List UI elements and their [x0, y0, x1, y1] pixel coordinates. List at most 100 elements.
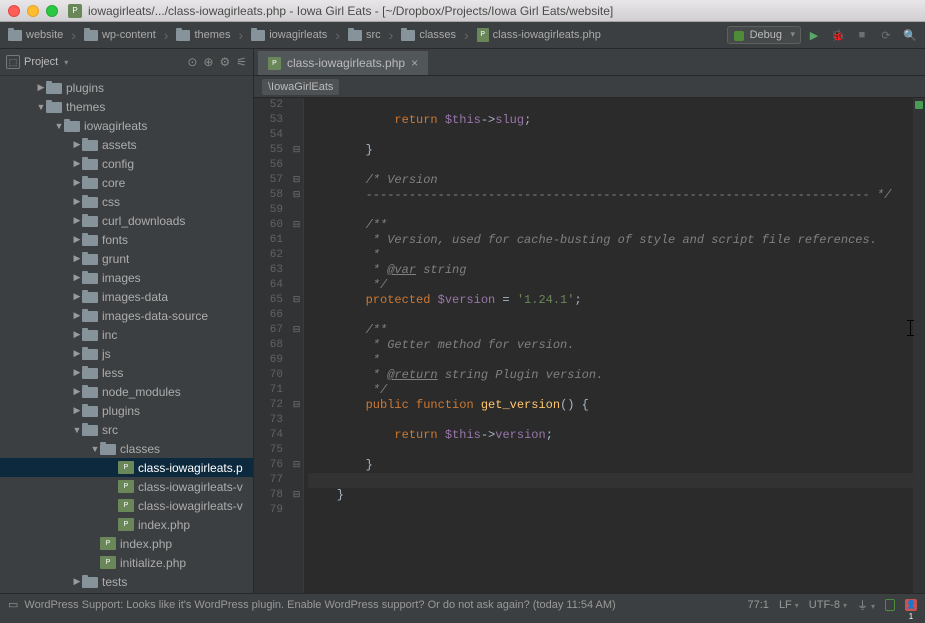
- hide-icon[interactable]: ⚟: [236, 55, 247, 69]
- tree-folder[interactable]: images: [0, 268, 253, 287]
- tree-file[interactable]: class-iowagirleats.p: [0, 458, 253, 477]
- tree-twisty-icon[interactable]: [36, 82, 46, 93]
- tree-folder[interactable]: js: [0, 344, 253, 363]
- stop-button[interactable]: ■: [851, 24, 873, 46]
- tree-twisty-icon[interactable]: [54, 121, 64, 131]
- tree-twisty-icon[interactable]: [72, 576, 82, 587]
- debug-button[interactable]: 🐞: [827, 24, 849, 46]
- folder-icon: [176, 30, 190, 41]
- search-button[interactable]: 🔍: [899, 24, 921, 46]
- tree-twisty-icon[interactable]: [72, 348, 82, 359]
- zoom-window-button[interactable]: [46, 5, 58, 17]
- tab-active[interactable]: P class-iowagirleats.php ×: [258, 51, 428, 75]
- scroll-marker[interactable]: [913, 98, 925, 593]
- breadcrumb-item[interactable]: iowagirleats: [247, 27, 344, 43]
- breadcrumb-item[interactable]: src: [344, 27, 397, 43]
- collapse-all-icon[interactable]: ⊙: [187, 55, 197, 69]
- tree-twisty-icon[interactable]: [72, 405, 82, 416]
- tree-folder[interactable]: tests: [0, 572, 253, 591]
- tree-folder[interactable]: fonts: [0, 230, 253, 249]
- tree-folder[interactable]: images-data: [0, 287, 253, 306]
- folder-icon: [64, 121, 80, 132]
- php-icon: [118, 461, 134, 474]
- status-icon[interactable]: ▭: [8, 598, 18, 611]
- line-ending[interactable]: LF: [779, 599, 799, 611]
- tree-label: images-data-source: [102, 309, 208, 323]
- tree-folder[interactable]: themes: [0, 97, 253, 116]
- tree-twisty-icon[interactable]: [72, 425, 82, 435]
- tree-folder[interactable]: classes: [0, 439, 253, 458]
- run-config-selector[interactable]: Debug: [727, 26, 801, 44]
- tree-folder[interactable]: less: [0, 363, 253, 382]
- namespace-crumb[interactable]: \IowaGirlEats: [262, 79, 339, 95]
- breadcrumb-item[interactable]: themes: [172, 27, 247, 43]
- breadcrumb-path: websitewp-contentthemesiowagirleatssrccl…: [4, 27, 613, 43]
- tree-twisty-spacer: [90, 558, 100, 568]
- tree-folder[interactable]: assets: [0, 135, 253, 154]
- tree-folder[interactable]: inc: [0, 325, 253, 344]
- tree-twisty-icon[interactable]: [72, 367, 82, 378]
- tree-folder[interactable]: config: [0, 154, 253, 173]
- tree-twisty-icon[interactable]: [72, 291, 82, 302]
- tree-label: assets: [102, 138, 137, 152]
- context-config[interactable]: ⏚: [857, 597, 875, 613]
- folder-icon: [82, 178, 98, 189]
- tree-folder[interactable]: src: [0, 420, 253, 439]
- tree-folder[interactable]: node_modules: [0, 382, 253, 401]
- file-type-icon: P: [68, 4, 82, 18]
- tree-twisty-icon[interactable]: [72, 177, 82, 188]
- locate-icon[interactable]: ⊕: [203, 55, 213, 69]
- tree-folder[interactable]: plugins: [0, 78, 253, 97]
- tree-file[interactable]: class-iowagirleats-v: [0, 496, 253, 515]
- tree-folder[interactable]: images-data-source: [0, 306, 253, 325]
- breadcrumb-file[interactable]: Pclass-iowagirleats.php: [473, 28, 613, 42]
- sidebar-title[interactable]: Project: [24, 56, 68, 68]
- tab-close-icon[interactable]: ×: [411, 56, 418, 70]
- tree-twisty-icon[interactable]: [72, 215, 82, 226]
- tree-twisty-icon[interactable]: [72, 329, 82, 340]
- code-content[interactable]: return $this->slug; } /* Version -------…: [304, 98, 925, 593]
- tree-file[interactable]: index.php: [0, 534, 253, 553]
- breadcrumb-item[interactable]: wp-content: [80, 27, 172, 43]
- tree-twisty-icon[interactable]: [72, 386, 82, 397]
- minimize-window-button[interactable]: [27, 5, 39, 17]
- tree-folder[interactable]: core: [0, 173, 253, 192]
- tree-file[interactable]: class-iowagirleats-v: [0, 477, 253, 496]
- editor-breadcrumb: \IowaGirlEats: [254, 76, 925, 98]
- tree-folder[interactable]: grunt: [0, 249, 253, 268]
- caret-position[interactable]: 77:1: [748, 599, 769, 611]
- tree-twisty-icon[interactable]: [72, 158, 82, 169]
- tree-twisty-icon[interactable]: [72, 253, 82, 264]
- tree-folder[interactable]: plugins: [0, 401, 253, 420]
- code-editor[interactable]: 5253545556575859606162636465666768697071…: [254, 98, 925, 593]
- close-window-button[interactable]: [8, 5, 20, 17]
- folder-icon: [348, 30, 362, 41]
- tree-twisty-icon[interactable]: [72, 272, 82, 283]
- tree-twisty-icon[interactable]: [72, 234, 82, 245]
- tree-folder[interactable]: css: [0, 192, 253, 211]
- tree-label: images: [102, 271, 141, 285]
- tree-file[interactable]: index.php: [0, 515, 253, 534]
- breadcrumb-item[interactable]: classes: [397, 27, 472, 43]
- tree-file[interactable]: initialize.php: [0, 553, 253, 572]
- navigation-bar: websitewp-contentthemesiowagirleatssrccl…: [0, 22, 925, 49]
- folder-icon: [82, 368, 98, 379]
- folder-icon: [82, 235, 98, 246]
- event-log-badge[interactable]: 👤1: [905, 599, 917, 611]
- breadcrumb-item[interactable]: website: [4, 27, 80, 43]
- update-button[interactable]: ⟳: [875, 24, 897, 46]
- tree-folder[interactable]: curl_downloads: [0, 211, 253, 230]
- tree-twisty-icon[interactable]: [72, 139, 82, 150]
- tree-twisty-icon[interactable]: [90, 444, 100, 454]
- settings-icon[interactable]: ⚙: [219, 55, 230, 69]
- fold-gutter[interactable]: ⊟⊟⊟⊟⊟⊟⊟⊟⊟: [290, 98, 304, 593]
- tree-folder[interactable]: iowagirleats: [0, 116, 253, 135]
- readonly-lock-icon[interactable]: [885, 599, 895, 611]
- tree-twisty-icon[interactable]: [36, 102, 46, 112]
- tree-twisty-icon[interactable]: [72, 196, 82, 207]
- status-message[interactable]: WordPress Support: Looks like it's WordP…: [24, 599, 747, 611]
- tree-twisty-icon[interactable]: [72, 310, 82, 321]
- project-tree[interactable]: pluginsthemesiowagirleatsassetsconfigcor…: [0, 76, 253, 593]
- file-encoding[interactable]: UTF-8: [809, 599, 847, 611]
- run-button[interactable]: ▶: [803, 24, 825, 46]
